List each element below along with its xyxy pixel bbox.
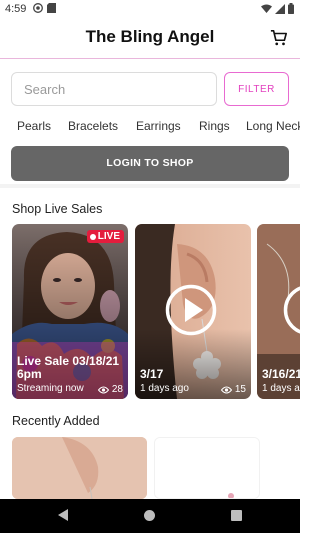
product-thumbnail	[12, 437, 147, 499]
category-long-neck[interactable]: Long Neck	[246, 119, 300, 133]
cell-signal-icon	[275, 3, 285, 14]
live-badge-label: LIVE	[97, 231, 120, 242]
live-sale-card-2[interactable]: 3/17 1 days ago 15	[135, 224, 251, 399]
section-divider	[0, 184, 300, 188]
card-subtitle: 1 days ago	[262, 383, 300, 394]
recently-added-heading: Recently Added	[12, 414, 100, 428]
filter-button[interactable]: FILTER	[224, 72, 289, 106]
card-title: 3/17	[140, 367, 164, 381]
category-tabs: Pearls Bracelets Earrings Rings Long Nec…	[0, 112, 300, 140]
cart-icon[interactable]	[270, 29, 288, 47]
card-title: Live Sale 03/18/21 6pm	[17, 354, 120, 381]
app-header: The Bling Angel	[0, 18, 300, 59]
recents-icon[interactable]	[231, 510, 242, 521]
live-sales-heading: Shop Live Sales	[12, 202, 103, 216]
view-count-value: 28	[111, 384, 123, 395]
back-icon[interactable]	[57, 508, 69, 522]
card-title: 3/16/21	[262, 367, 300, 381]
eye-icon	[220, 386, 232, 393]
battery-icon	[288, 3, 294, 14]
system-nav-bar	[0, 499, 300, 533]
app-notification-icon	[33, 3, 43, 13]
page-title: The Bling Angel	[85, 27, 215, 46]
live-sale-card-1[interactable]: LIVE Live Sale 03/18/21 6pm Streaming no…	[12, 224, 128, 399]
play-icon[interactable]	[165, 284, 217, 336]
status-bar: 4:59	[0, 0, 300, 18]
eye-icon	[97, 386, 109, 393]
live-sale-card-3[interactable]: 3/16/21 1 days ago	[257, 224, 300, 399]
wifi-icon	[261, 4, 272, 13]
product-thumbnail	[155, 438, 259, 498]
home-icon[interactable]	[143, 509, 156, 522]
status-time: 4:59	[5, 3, 27, 15]
category-earrings[interactable]: Earrings	[136, 119, 181, 133]
view-count-value: 15	[234, 384, 246, 395]
live-badge: LIVE	[86, 230, 124, 243]
view-count: 28	[97, 384, 123, 395]
category-pearls[interactable]: Pearls	[17, 119, 51, 133]
category-rings[interactable]: Rings	[199, 119, 230, 133]
login-to-shop-button[interactable]: LOGIN TO SHOP	[11, 146, 289, 181]
live-dot-icon	[89, 233, 96, 240]
view-count: 15	[220, 384, 246, 395]
recent-product-card-2[interactable]	[154, 437, 260, 499]
sd-card-icon	[47, 3, 56, 13]
category-bracelets[interactable]: Bracelets	[68, 119, 118, 133]
recent-product-card-1[interactable]	[12, 437, 147, 499]
search-input[interactable]	[11, 72, 217, 106]
